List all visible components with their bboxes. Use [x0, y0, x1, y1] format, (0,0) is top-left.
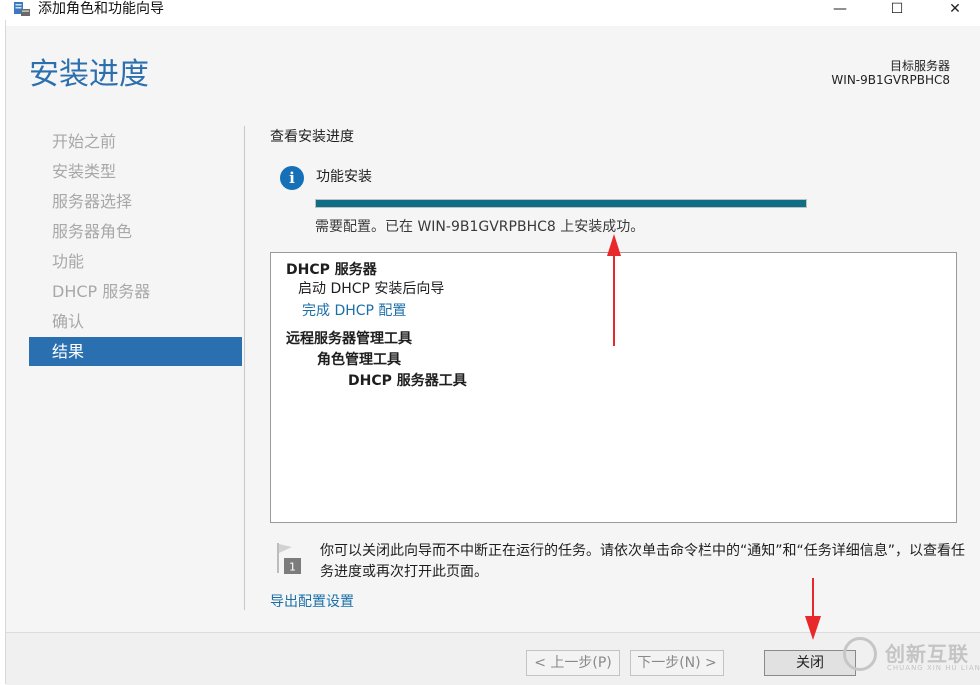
header-panel: [6, 26, 980, 112]
target-server-label: 目标服务器: [889, 59, 950, 73]
watermark-text: 创新互联: [885, 642, 969, 666]
page-title: 安装进度: [29, 57, 149, 92]
feature-installation-label: 功能安装: [316, 169, 372, 185]
sidebar-item-features[interactable]: 功能: [29, 247, 242, 276]
title-bar: 添加角色和功能向导 — ☐ ✕: [0, 0, 980, 20]
result-dhcp-tools: DHCP 服务器工具: [348, 373, 467, 389]
info-icon: i: [280, 166, 304, 190]
result-role-tools: 角色管理工具: [317, 352, 401, 368]
sidebar-item-server-roles[interactable]: 服务器角色: [29, 217, 242, 246]
target-server-value: WIN-9B1GVRPBHC8: [831, 73, 950, 87]
next-button[interactable]: 下一步(N) >: [630, 650, 724, 676]
export-config-link[interactable]: 导出配置设置: [270, 591, 354, 611]
annotation-arrow-down: [805, 578, 821, 640]
installation-progress-bar: [315, 199, 807, 208]
watermark-subtext: CHUANG XIN HU LIAN: [887, 664, 980, 672]
maximize-button[interactable]: ☐: [877, 0, 917, 18]
window-title: 添加角色和功能向导: [38, 1, 164, 17]
section-title: 查看安装进度: [270, 129, 354, 145]
notice-text: 你可以关闭此向导而不中断正在运行的任务。请依次单击命令栏中的“通知”和“任务详细…: [320, 543, 966, 580]
complete-dhcp-config-link[interactable]: 完成 DHCP 配置: [302, 300, 406, 320]
result-dhcp-server: DHCP 服务器: [286, 262, 377, 278]
progress-fill: [316, 200, 806, 207]
notification-flag-icon: 1: [277, 543, 301, 574]
sidebar-divider: [244, 126, 245, 610]
annotation-arrow-up: [607, 234, 621, 346]
close-window-button[interactable]: ✕: [935, 0, 975, 18]
minimize-button[interactable]: —: [820, 0, 860, 18]
sidebar-item-server-selection[interactable]: 服务器选择: [29, 187, 242, 216]
installation-status-text: 需要配置。已在 WIN-9B1GVRPBHC8 上安装成功。: [315, 219, 645, 235]
notification-count: 1: [289, 561, 296, 574]
sidebar-item-dhcp-server[interactable]: DHCP 服务器: [29, 277, 242, 306]
result-launch-wizard: 启动 DHCP 安装后向导: [298, 281, 445, 297]
result-rsat: 远程服务器管理工具: [286, 331, 412, 347]
sidebar-item-results[interactable]: 结果: [29, 337, 242, 366]
watermark-logo: 创新互联 CHUANG XIN HU LIAN: [843, 634, 980, 680]
previous-button[interactable]: < 上一步(P): [526, 650, 620, 676]
server-wizard-icon: [14, 2, 30, 16]
watermark-circle-icon: [843, 637, 877, 671]
sidebar-item-before-you-begin[interactable]: 开始之前: [29, 127, 242, 156]
sidebar-item-confirmation[interactable]: 确认: [29, 307, 242, 336]
sidebar-item-installation-type[interactable]: 安装类型: [29, 157, 242, 186]
